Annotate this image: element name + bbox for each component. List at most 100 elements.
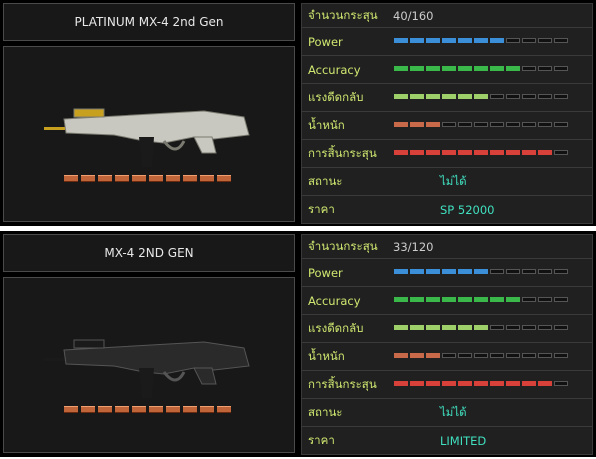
bar-segment — [394, 297, 408, 302]
bar-segment — [442, 66, 456, 71]
stat-label: Accuracy — [308, 293, 361, 308]
stat-value: ไม่ได้ — [440, 173, 467, 188]
bar-segment — [554, 94, 568, 99]
stat-bar — [394, 325, 568, 330]
bar-segment — [522, 122, 536, 127]
bar-segment — [458, 150, 472, 155]
bar-segment — [522, 353, 536, 358]
bar-segment — [538, 38, 552, 43]
bar-segment — [458, 66, 472, 71]
stats-table: จำนวนกระสุน 33/120 Power Accuracy แรงดีดกลับ… — [301, 234, 593, 455]
ammo-pip — [98, 175, 112, 182]
ammo-pip — [149, 406, 163, 413]
bar-segment — [538, 325, 552, 330]
stat-value: ไม่ได้ — [440, 404, 467, 419]
stat-label: Accuracy — [308, 62, 361, 77]
stat-label: จำนวนกระสุน — [308, 238, 378, 253]
ammo-pip — [200, 175, 214, 182]
ammo-pip — [132, 175, 146, 182]
bar-segment — [538, 66, 552, 71]
bar-segment — [394, 381, 408, 386]
stat-bar — [394, 353, 568, 358]
bar-segment — [394, 325, 408, 330]
bar-segment — [426, 353, 440, 358]
stat-label: แรงดีดกลับ — [308, 89, 364, 104]
bar-segment — [490, 325, 504, 330]
bar-segment — [458, 381, 472, 386]
ammo-row: จำนวนกระสุน 40/160 — [301, 3, 593, 28]
bar-segment — [410, 66, 424, 71]
bar-segment — [426, 66, 440, 71]
bar-segment — [426, 269, 440, 274]
bar-segment — [442, 297, 456, 302]
bar-segment — [490, 66, 504, 71]
bar-segment — [522, 38, 536, 43]
bar-segment — [522, 94, 536, 99]
bar-segment — [458, 94, 472, 99]
bar-segment — [506, 353, 520, 358]
bar-segment — [394, 94, 408, 99]
bar-segment — [394, 66, 408, 71]
stat-value: SP 52000 — [440, 202, 495, 217]
weapon-panel: MX-4 2ND GEN จำนวนกระสุน 33/120 Power Accur… — [0, 231, 596, 457]
weapon-title: MX-4 2ND GEN — [3, 234, 295, 272]
bar-segment — [410, 94, 424, 99]
bar-segment — [522, 297, 536, 302]
bar-segment — [506, 122, 520, 127]
bar-segment — [442, 381, 456, 386]
ammo-pip — [115, 406, 129, 413]
weapon-image-box — [3, 46, 295, 222]
stat-value: LIMITED — [440, 433, 487, 448]
bar-segment — [426, 122, 440, 127]
bar-segment — [458, 38, 472, 43]
bar-segment — [442, 325, 456, 330]
mag-row: การสิ้นกระสุน — [301, 371, 593, 399]
bar-segment — [538, 269, 552, 274]
ammo-pip — [183, 406, 197, 413]
bar-segment — [522, 269, 536, 274]
stat-bar — [394, 94, 568, 99]
bar-segment — [506, 66, 520, 71]
bar-segment — [522, 325, 536, 330]
bar-segment — [474, 381, 488, 386]
ammo-pip — [115, 175, 129, 182]
bar-segment — [506, 297, 520, 302]
ammo-pip — [217, 175, 231, 182]
bar-segment — [394, 38, 408, 43]
bar-segment — [410, 269, 424, 274]
ammo-pip — [217, 406, 231, 413]
bar-segment — [458, 297, 472, 302]
ammo-pip — [64, 175, 78, 182]
bar-segment — [490, 150, 504, 155]
accuracy-row: Accuracy — [301, 287, 593, 315]
stat-bar — [394, 66, 568, 71]
rifle-icon — [44, 339, 250, 398]
stat-bar — [394, 269, 568, 274]
stat-bar — [394, 150, 568, 155]
bar-segment — [410, 353, 424, 358]
price-row: ราคา SP 52000 — [301, 196, 593, 224]
bar-segment — [538, 353, 552, 358]
bar-segment — [506, 38, 520, 43]
bar-segment — [522, 150, 536, 155]
stat-bar — [394, 381, 568, 386]
weapon-image-box — [3, 277, 295, 453]
bar-segment — [426, 381, 440, 386]
stat-label: ราคา — [308, 432, 335, 447]
stat-label: สถานะ — [308, 404, 343, 419]
stat-bar — [394, 122, 568, 127]
stat-bar — [394, 38, 568, 43]
bar-segment — [506, 381, 520, 386]
ammo-pip — [98, 406, 112, 413]
weight-row: น้ำหนัก — [301, 112, 593, 140]
bar-segment — [490, 353, 504, 358]
ammo-pip — [149, 175, 163, 182]
bar-segment — [474, 353, 488, 358]
status-row: สถานะ ไม่ได้ — [301, 168, 593, 196]
bar-segment — [538, 150, 552, 155]
stat-label: ราคา — [308, 201, 335, 216]
ammo-row: จำนวนกระสุน 33/120 — [301, 234, 593, 259]
power-row: Power — [301, 259, 593, 287]
bar-segment — [426, 325, 440, 330]
bar-segment — [442, 38, 456, 43]
